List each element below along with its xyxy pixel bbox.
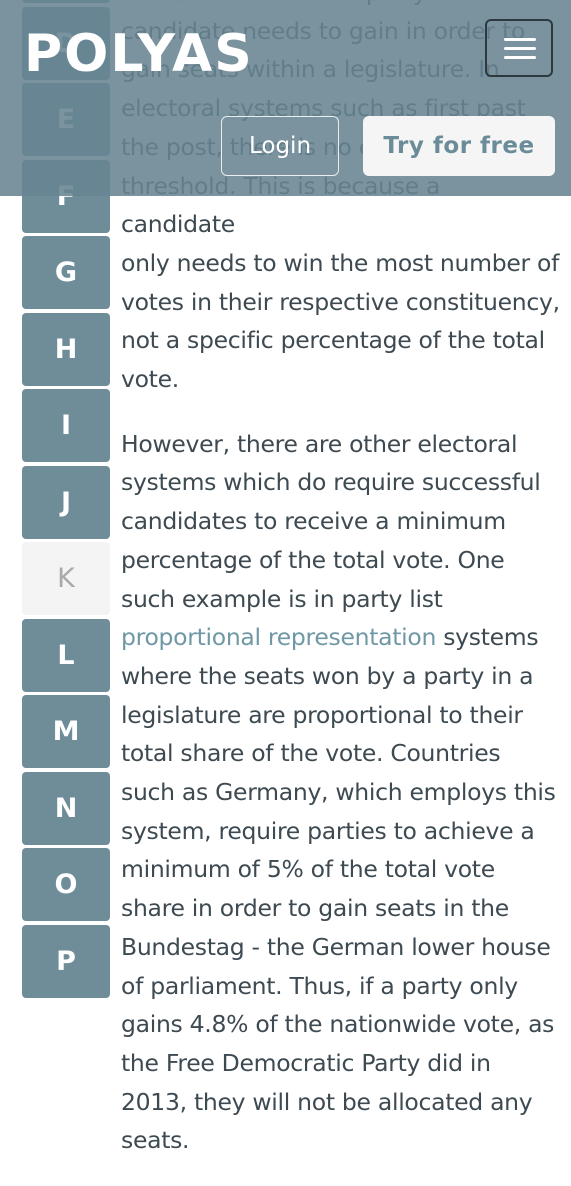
paragraph-text: systems where the seats won by a party i… [121,623,556,1155]
alphabet-letter-o[interactable]: O [22,848,110,921]
polyas-logo[interactable]: POLYAS [24,24,254,84]
article-paragraph-1: only needs to win the most number of vot… [121,248,560,394]
alphabet-letter-h[interactable]: H [22,312,110,386]
article-paragraph-2: However, there are other electoral syste… [121,425,561,1160]
login-button[interactable]: Login [221,116,339,176]
proportional-representation-link[interactable]: proportional representation [121,623,436,651]
paragraph-text: However, there are other electoral syste… [121,429,541,613]
alphabet-letter-m[interactable]: M [22,695,110,768]
try-for-free-button[interactable]: Try for free [363,116,555,176]
alphabet-letter-j[interactable]: J [22,465,110,539]
site-header: POLYAS Login Try for free [0,0,571,196]
hamburger-menu-button[interactable] [485,19,553,77]
alphabet-letter-i[interactable]: I [22,389,110,462]
alphabet-letter-n[interactable]: N [22,771,110,845]
alphabet-letter-g[interactable]: G [22,236,110,309]
alphabet-letter-l[interactable]: L [22,618,110,692]
alphabet-letter-p[interactable]: P [22,924,110,998]
alphabet-letter-k: K [22,542,110,615]
